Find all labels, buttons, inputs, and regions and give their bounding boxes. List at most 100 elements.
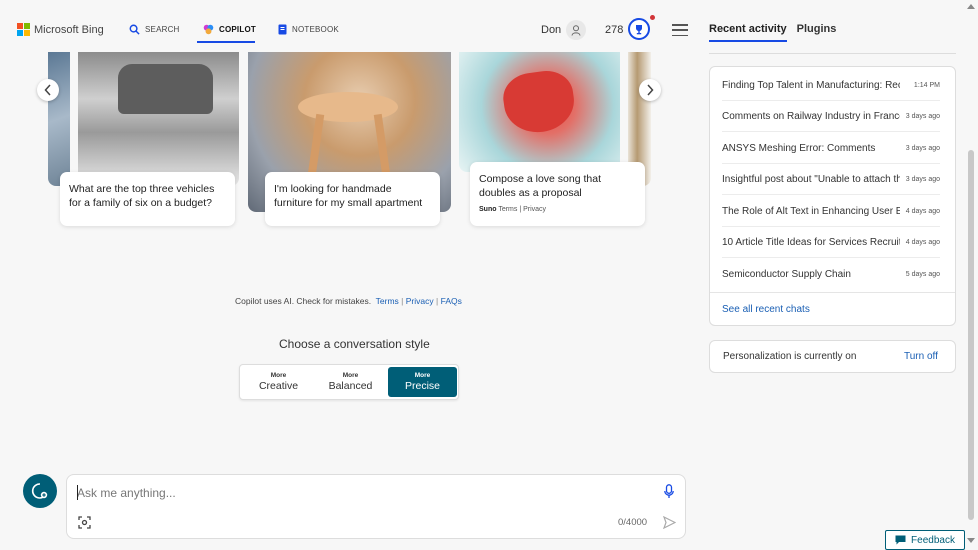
turn-off-personalization-link[interactable]: Turn off bbox=[904, 351, 938, 362]
personalization-panel: Personalization is currently on Turn off bbox=[709, 340, 956, 373]
scrollbar-thumb[interactable] bbox=[968, 150, 974, 520]
nav-copilot-label: COPILOT bbox=[219, 25, 256, 34]
new-topic-button[interactable] bbox=[23, 474, 57, 508]
microsoft-logo-icon bbox=[17, 23, 30, 36]
search-icon bbox=[129, 24, 140, 35]
tabs-divider bbox=[709, 53, 956, 54]
nav-search[interactable]: SEARCH bbox=[129, 24, 180, 35]
separator: | bbox=[436, 296, 439, 306]
nav-copilot[interactable]: COPILOT bbox=[203, 24, 256, 35]
style-option-prefix: More bbox=[414, 371, 431, 379]
ai-disclaimer: Copilot uses AI. Check for mistakes. Ter… bbox=[235, 296, 462, 306]
carousel-image-vehicles[interactable] bbox=[78, 52, 239, 186]
see-all-recent-chats-link[interactable]: See all recent chats bbox=[722, 304, 810, 315]
scroll-down-arrow-icon[interactable] bbox=[967, 538, 975, 543]
faqs-link[interactable]: FAQs bbox=[441, 296, 462, 306]
disclaimer-text: Copilot uses AI. Check for mistakes. bbox=[235, 296, 372, 306]
style-option-label: Creative bbox=[258, 379, 299, 392]
feedback-icon bbox=[895, 535, 906, 545]
trophy-icon bbox=[636, 24, 642, 34]
chevron-right-icon bbox=[647, 84, 654, 96]
suggestion-card-love-song[interactable]: Compose a love song that doubles as a pr… bbox=[470, 162, 645, 226]
notification-dot bbox=[650, 15, 655, 20]
copilot-icon bbox=[203, 24, 214, 35]
style-option-balanced[interactable]: More Balanced bbox=[316, 367, 385, 397]
recent-activity-panel: Finding Top Talent in Manufacturing: Rec… bbox=[709, 66, 956, 326]
tab-plugins[interactable]: Plugins bbox=[797, 23, 837, 42]
bing-logo[interactable]: Microsoft Bing bbox=[17, 23, 104, 36]
suno-brand: Suno bbox=[479, 206, 497, 213]
car-shape bbox=[118, 64, 213, 114]
logo-text: Microsoft Bing bbox=[34, 23, 104, 36]
carousel-image-heart[interactable] bbox=[459, 52, 620, 172]
text-cursor bbox=[77, 485, 78, 500]
recent-chat-title: ANSYS Meshing Error: Comments bbox=[722, 142, 876, 154]
suggestion-card-text: I'm looking for handmade furniture for m… bbox=[274, 183, 423, 209]
style-option-prefix: More bbox=[270, 371, 287, 379]
carousel-prev-button[interactable] bbox=[37, 79, 59, 101]
nav-notebook[interactable]: NOTEBOOK bbox=[278, 24, 339, 35]
style-option-label: Balanced bbox=[328, 379, 373, 392]
user-icon bbox=[571, 24, 581, 36]
recent-chat-date: 3 days ago bbox=[905, 175, 940, 183]
recent-chat-title: The Role of Alt Text in Enhancing User E… bbox=[722, 205, 900, 217]
hamburger-menu-icon[interactable] bbox=[672, 24, 688, 36]
nav-search-label: SEARCH bbox=[145, 25, 180, 34]
microphone-icon[interactable] bbox=[664, 484, 674, 499]
recent-chat-item[interactable]: Semiconductor Supply Chain 5 days ago bbox=[722, 259, 940, 290]
suggestion-card-meta: Suno Terms | Privacy bbox=[479, 203, 636, 217]
send-icon[interactable] bbox=[663, 516, 676, 529]
recent-chat-date: 5 days ago bbox=[905, 271, 940, 278]
suno-terms-links[interactable]: Terms | Privacy bbox=[498, 206, 546, 213]
nav-notebook-label: NOTEBOOK bbox=[292, 25, 339, 34]
terms-link[interactable]: Terms bbox=[376, 296, 399, 306]
style-option-precise[interactable]: More Precise bbox=[388, 367, 457, 397]
recent-chat-item[interactable]: Insightful post about "Unable to attach … bbox=[722, 164, 940, 195]
notebook-icon bbox=[278, 24, 287, 35]
personalization-status: Personalization is currently on bbox=[723, 351, 857, 362]
recent-chat-item[interactable]: The Role of Alt Text in Enhancing User E… bbox=[722, 196, 940, 227]
recent-chat-title: Semiconductor Supply Chain bbox=[722, 269, 851, 280]
suggestion-card-furniture[interactable]: I'm looking for handmade furniture for m… bbox=[265, 172, 440, 226]
recent-chat-title: 10 Article Title Ideas for Services Recr… bbox=[722, 236, 900, 248]
right-panel-tabs: Recent activity Plugins bbox=[709, 23, 836, 42]
separator: | bbox=[401, 296, 404, 306]
recent-chat-item[interactable]: Comments on Railway Industry in France 3… bbox=[722, 101, 940, 132]
conversation-style-selector: More Creative More Balanced More Precise bbox=[239, 364, 459, 400]
recent-chat-date: 4 days ago bbox=[905, 238, 940, 246]
carousel-image-left-partial bbox=[48, 52, 70, 186]
recent-chat-date: 1:14 PM bbox=[913, 81, 940, 89]
suggestion-card-text: What are the top three vehicles for a fa… bbox=[69, 183, 215, 209]
style-option-label: Precise bbox=[404, 379, 440, 392]
image-scan-icon[interactable] bbox=[78, 516, 91, 529]
privacy-link[interactable]: Privacy bbox=[406, 296, 434, 306]
rewards-points[interactable]: 278 bbox=[605, 24, 623, 36]
chair-seat-shape bbox=[298, 92, 398, 122]
recent-chat-title: Insightful post about "Unable to attach … bbox=[722, 173, 900, 185]
avatar[interactable] bbox=[566, 20, 586, 40]
recent-chat-date: 4 days ago bbox=[905, 207, 940, 215]
heart-shape bbox=[500, 67, 578, 137]
character-count: 0/4000 bbox=[618, 517, 648, 528]
recent-chat-title: Comments on Railway Industry in France bbox=[722, 110, 900, 122]
recent-chat-item[interactable]: 10 Article Title Ideas for Services Recr… bbox=[722, 227, 940, 258]
recent-chat-date: 3 days ago bbox=[905, 112, 940, 120]
style-option-creative[interactable]: More Creative bbox=[244, 367, 313, 397]
recent-chat-item[interactable]: ANSYS Meshing Error: Comments 3 days ago bbox=[722, 133, 940, 164]
new-chat-icon bbox=[31, 483, 48, 499]
suggestion-card-vehicles[interactable]: What are the top three vehicles for a fa… bbox=[60, 172, 235, 226]
feedback-button[interactable]: Feedback bbox=[885, 530, 965, 550]
rewards-trophy-icon[interactable] bbox=[628, 18, 650, 40]
top-header: Microsoft Bing SEARCH COPILOT NOTEBOOK D… bbox=[0, 0, 700, 52]
style-option-prefix: More bbox=[342, 371, 359, 379]
chat-input-box: 0/4000 bbox=[66, 474, 686, 539]
chat-input[interactable] bbox=[77, 484, 637, 502]
user-name[interactable]: Don bbox=[541, 24, 561, 36]
recent-chat-title: Finding Top Talent in Manufacturing: Rec… bbox=[722, 79, 900, 91]
recent-chat-date: 3 days ago bbox=[905, 144, 940, 152]
recent-chat-item[interactable]: Finding Top Talent in Manufacturing: Rec… bbox=[722, 70, 940, 101]
suggestion-card-text: Compose a love song that doubles as a pr… bbox=[479, 173, 601, 199]
tab-recent-activity[interactable]: Recent activity bbox=[709, 23, 787, 42]
scroll-up-arrow-icon[interactable] bbox=[967, 4, 975, 9]
carousel-next-button[interactable] bbox=[639, 79, 661, 101]
